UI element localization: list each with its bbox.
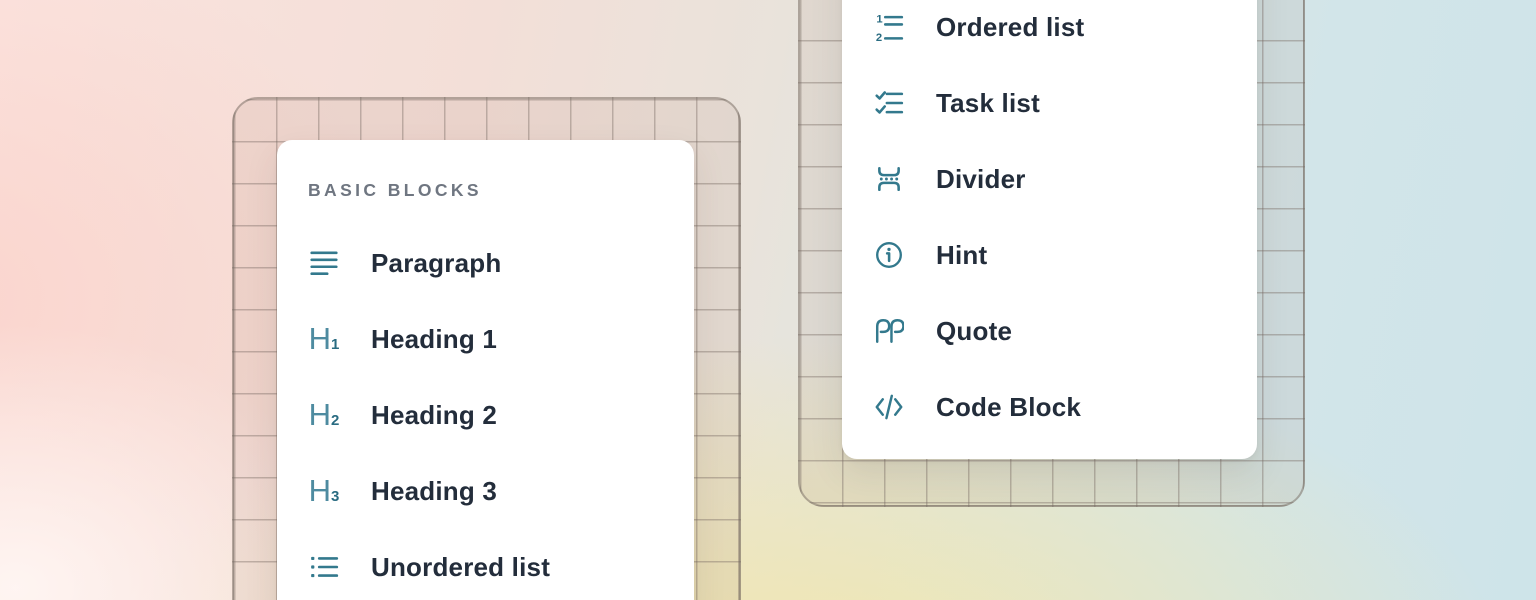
paragraph-icon [308,247,340,279]
task-list-icon [873,87,905,119]
menu-item-label: Heading 2 [371,400,497,431]
basic-blocks-menu: BASIC BLOCKS Paragraph H1 Heading 1 H2 H… [277,140,694,600]
menu-item-heading-1[interactable]: H1 Heading 1 [277,301,694,377]
heading-3-icon: H3 [308,475,340,507]
menu-item-heading-3[interactable]: H3 Heading 3 [277,453,694,529]
menu-item-hint[interactable]: Hint [842,217,1257,293]
editor-insert-menu-illustration: BASIC BLOCKS Paragraph H1 Heading 1 H2 H… [0,0,1536,600]
menu-item-quote[interactable]: Quote [842,293,1257,369]
heading-2-icon: H2 [308,399,340,431]
menu-item-label: Quote [936,316,1012,347]
code-block-icon [873,391,905,423]
menu-item-label: Paragraph [371,248,501,279]
menu-item-divider[interactable]: Divider [842,141,1257,217]
menu-item-code-block[interactable]: Code Block [842,369,1257,445]
menu-item-ordered-list[interactable]: 1 2 Ordered list [842,0,1257,65]
menu-item-heading-2[interactable]: H2 Heading 2 [277,377,694,453]
ordered-list-icon: 1 2 [873,11,905,43]
quote-icon [873,315,905,347]
unordered-list-icon [308,551,340,583]
menu-item-label: Unordered list [371,552,550,583]
menu-item-label: Heading 1 [371,324,497,355]
blocks-menu-continued: 1 2 Ordered list Task list [842,0,1257,459]
menu-item-label: Code Block [936,392,1081,423]
menu-section-header: BASIC BLOCKS [277,140,694,225]
divider-icon [873,163,905,195]
svg-text:2: 2 [876,32,882,42]
heading-1-icon: H1 [308,323,340,355]
menu-item-label: Heading 3 [371,476,497,507]
menu-item-paragraph[interactable]: Paragraph [277,225,694,301]
menu-item-label: Divider [936,164,1026,195]
hint-icon [873,239,905,271]
svg-text:1: 1 [876,14,882,26]
menu-item-unordered-list[interactable]: Unordered list [277,529,694,600]
menu-item-task-list[interactable]: Task list [842,65,1257,141]
menu-item-label: Ordered list [936,12,1084,43]
menu-item-label: Task list [936,88,1040,119]
menu-item-label: Hint [936,240,987,271]
